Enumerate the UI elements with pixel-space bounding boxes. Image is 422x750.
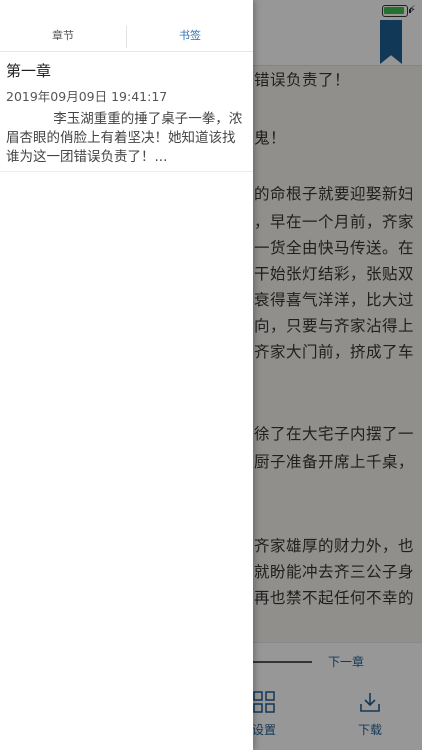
bookmark-item[interactable]: 第一章 2019年09月09日 19:41:17 李玉湖重重的捶了桌子一拳，浓眉… [0,52,253,172]
tab-bookmarks[interactable]: 书签 [127,22,253,51]
bookmark-excerpt: 李玉湖重重的捶了桌子一拳，浓眉杏眼的俏脸上有着坚决！她知道该找谁为这一团错误负责… [6,111,243,165]
bookmark-timestamp: 2019年09月09日 19:41:17 [6,89,168,104]
tab-chapters[interactable]: 章节 [0,22,126,51]
bookmark-chapter-title: 第一章 [6,62,52,80]
drawer-tabs: 章节 书签 [0,22,253,52]
bookmark-drawer: 章节 书签 第一章 2019年09月09日 19:41:17 李玉湖重重的捶了桌… [0,0,253,750]
